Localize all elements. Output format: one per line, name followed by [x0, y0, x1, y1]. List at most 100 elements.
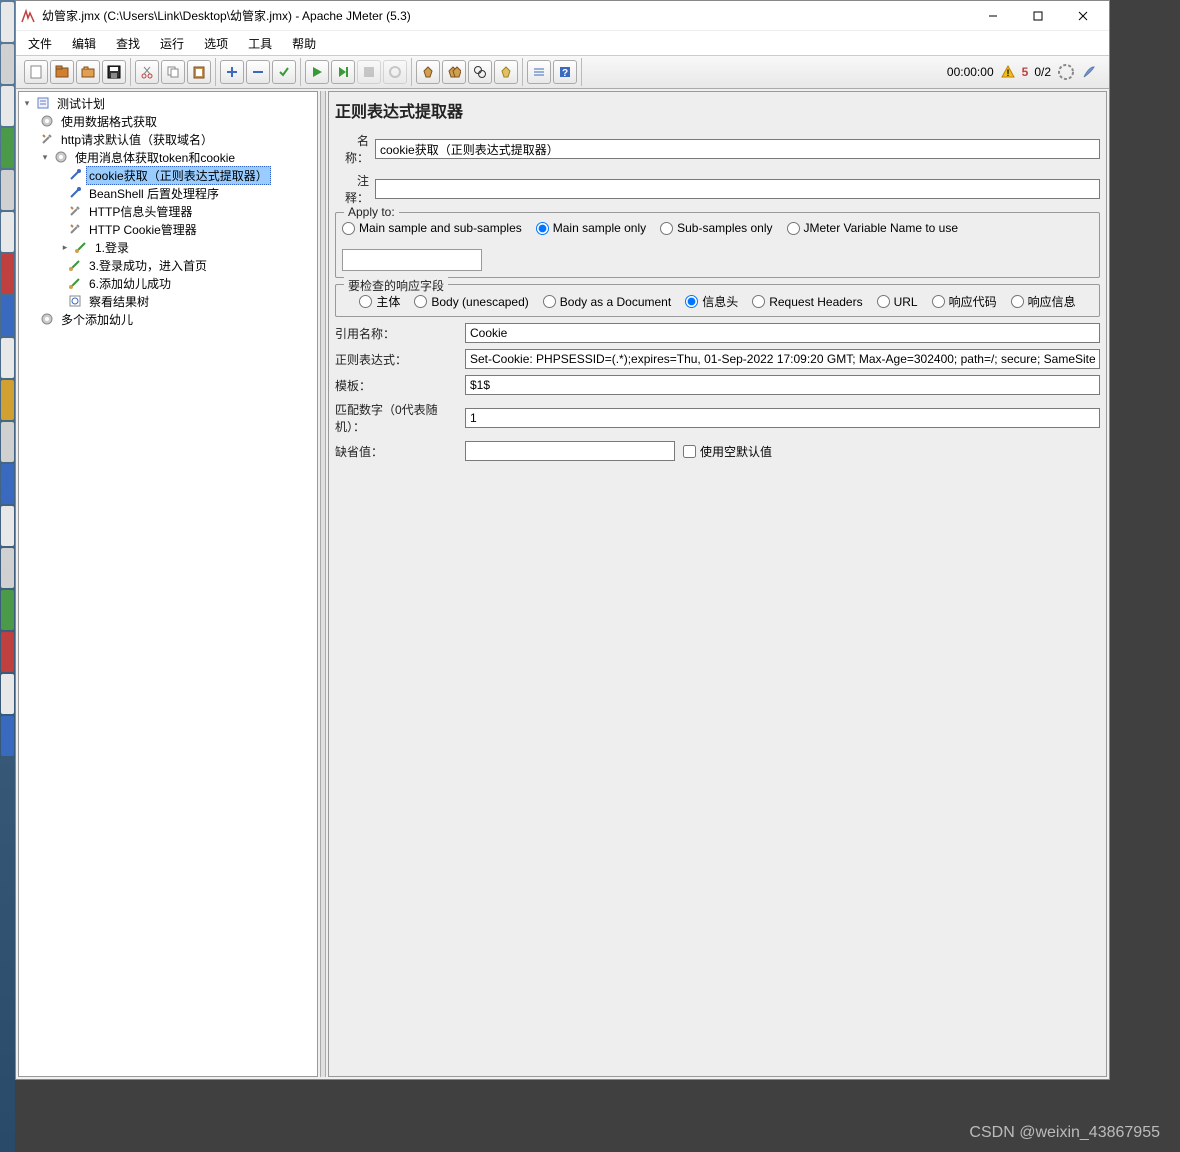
splitter[interactable] [320, 91, 326, 1077]
toggle-icon[interactable]: ▸ [59, 241, 71, 253]
open-button[interactable] [76, 60, 100, 84]
close-button[interactable] [1060, 2, 1105, 30]
window-title: 幼管家.jmx (C:\Users\Link\Desktop\幼管家.jmx) … [42, 7, 970, 24]
feather-icon [1081, 64, 1097, 80]
active-threads-icon [1057, 63, 1075, 81]
apply-sub-only[interactable]: Sub-samples only [660, 221, 772, 235]
toggle-icon[interactable]: ▾ [21, 97, 33, 109]
match-input[interactable] [465, 408, 1100, 428]
new-button[interactable] [24, 60, 48, 84]
app-icon [20, 8, 36, 24]
name-label: 名称： [335, 132, 375, 166]
tree-item[interactable]: http请求默认值（获取域名） [19, 130, 317, 148]
testplan-icon [35, 95, 51, 111]
function-helper-button[interactable] [527, 60, 551, 84]
field-body-doc[interactable]: Body as a Document [543, 295, 671, 309]
warning-count: 5 [1022, 65, 1029, 79]
sampler-icon [67, 275, 83, 291]
menu-run[interactable]: 运行 [152, 33, 192, 54]
tree-item[interactable]: 多个添加幼儿 [19, 310, 317, 328]
refname-label: 引用名称： [335, 325, 465, 342]
tree-item-selected[interactable]: cookie获取（正则表达式提取器） [19, 166, 317, 184]
panel-heading: 正则表达式提取器 [335, 98, 1100, 122]
sampler-icon [73, 239, 89, 255]
tree-panel[interactable]: ▾ 测试计划 使用数据格式获取 http请求默认值（获取域名） ▾ 使用消息体获… [18, 91, 318, 1077]
search-button[interactable] [468, 60, 492, 84]
start-no-pauses-button[interactable] [331, 60, 355, 84]
maximize-button[interactable] [1015, 2, 1060, 30]
main-window: 幼管家.jmx (C:\Users\Link\Desktop\幼管家.jmx) … [15, 0, 1110, 1080]
tree-item[interactable]: 6.添加幼儿成功 [19, 274, 317, 292]
field-url[interactable]: URL [877, 295, 918, 309]
toggle-icon[interactable]: ▾ [39, 151, 51, 163]
tree-item[interactable]: ▸ 1.登录 [19, 238, 317, 256]
svg-text:!: ! [1006, 68, 1009, 78]
svg-text:?: ? [562, 68, 568, 79]
wrench-icon [67, 203, 83, 219]
field-to-check-fieldset: 要检查的响应字段 主体 Body (unescaped) Body as a D… [335, 284, 1100, 317]
start-button[interactable] [305, 60, 329, 84]
apply-to-legend: Apply to: [344, 205, 399, 219]
menubar: 文件 编辑 查找 运行 选项 工具 帮助 [16, 31, 1109, 55]
tree-item[interactable]: HTTP信息头管理器 [19, 202, 317, 220]
clear-all-button[interactable] [442, 60, 466, 84]
wrench-icon [39, 131, 55, 147]
toolbar: ? 00:00:00 ! 5 0/2 [16, 55, 1109, 89]
menu-options[interactable]: 选项 [196, 33, 236, 54]
field-req-headers[interactable]: Request Headers [752, 295, 862, 309]
tree-item[interactable]: 使用数据格式获取 [19, 112, 317, 130]
tree-item[interactable]: ▾ 使用消息体获取token和cookie [19, 148, 317, 166]
field-message[interactable]: 响应信息 [1011, 293, 1076, 310]
templates-button[interactable] [50, 60, 74, 84]
detail-panel: 正则表达式提取器 名称： 注释： Apply to: Main sample a… [328, 91, 1107, 1077]
extractor-icon [67, 167, 83, 183]
field-body-unescaped[interactable]: Body (unescaped) [414, 295, 528, 309]
menu-search[interactable]: 查找 [108, 33, 148, 54]
menu-help[interactable]: 帮助 [284, 33, 324, 54]
jmeter-var-input[interactable] [342, 249, 482, 271]
gear-icon [39, 113, 55, 129]
menu-file[interactable]: 文件 [20, 33, 60, 54]
default-input[interactable] [465, 441, 675, 461]
expand-button[interactable] [220, 60, 244, 84]
save-button[interactable] [102, 60, 126, 84]
gear-icon [53, 149, 69, 165]
help-button[interactable]: ? [553, 60, 577, 84]
regex-input[interactable] [465, 349, 1100, 369]
apply-var[interactable]: JMeter Variable Name to use [787, 221, 959, 235]
paste-button[interactable] [187, 60, 211, 84]
tree-item[interactable]: 3.登录成功，进入首页 [19, 256, 317, 274]
apply-main-only[interactable]: Main sample only [536, 221, 646, 235]
menu-tools[interactable]: 工具 [240, 33, 280, 54]
warning-icon: ! [1000, 64, 1016, 80]
minimize-button[interactable] [970, 2, 1015, 30]
apply-main-sub[interactable]: Main sample and sub-samples [342, 221, 522, 235]
tree-item[interactable]: BeanShell 后置处理程序 [19, 184, 317, 202]
field-code[interactable]: 响应代码 [932, 293, 997, 310]
thread-count: 0/2 [1034, 65, 1051, 79]
template-label: 模板： [335, 377, 465, 394]
shutdown-button[interactable] [383, 60, 407, 84]
collapse-button[interactable] [246, 60, 270, 84]
field-headers[interactable]: 信息头 [685, 293, 738, 310]
toggle-button[interactable] [272, 60, 296, 84]
match-label: 匹配数字（0代表随机）： [335, 401, 465, 435]
field-legend: 要检查的响应字段 [344, 277, 448, 294]
extractor-icon [67, 185, 83, 201]
results-icon [67, 293, 83, 309]
comment-input[interactable] [375, 179, 1100, 199]
cut-button[interactable] [135, 60, 159, 84]
reset-search-button[interactable] [494, 60, 518, 84]
tree-item[interactable]: HTTP Cookie管理器 [19, 220, 317, 238]
clear-button[interactable] [416, 60, 440, 84]
template-input[interactable] [465, 375, 1100, 395]
tree-item[interactable]: 察看结果树 [19, 292, 317, 310]
tree-root[interactable]: ▾ 测试计划 [19, 94, 317, 112]
copy-button[interactable] [161, 60, 185, 84]
stop-button[interactable] [357, 60, 381, 84]
name-input[interactable] [375, 139, 1100, 159]
use-empty-checkbox[interactable]: 使用空默认值 [683, 443, 772, 460]
menu-edit[interactable]: 编辑 [64, 33, 104, 54]
field-body[interactable]: 主体 [359, 293, 400, 310]
refname-input[interactable] [465, 323, 1100, 343]
